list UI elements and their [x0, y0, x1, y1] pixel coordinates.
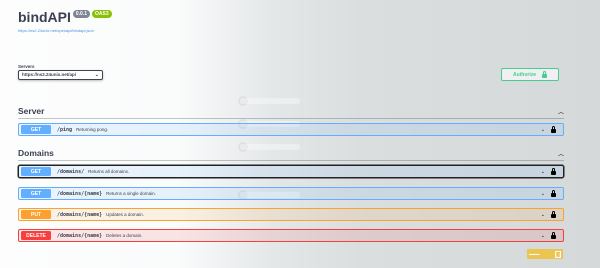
section-title: Domains — [18, 148, 54, 158]
lock-icon[interactable] — [551, 231, 556, 239]
server-select[interactable]: https://ns2.24unix.net/api ⌄ — [18, 70, 103, 80]
operation-get-domains[interactable]: GET /domains/ Returns all domains. ⌄ — [18, 165, 564, 178]
swagger-panel: bindAPI 0.0.1 OAS3 https://ns2.24unix.ne… — [0, 0, 600, 268]
operation-controls: ⌄ — [541, 189, 556, 197]
servers-label: Servers — [18, 64, 35, 69]
lock-icon[interactable] — [551, 210, 556, 218]
section-title: Server — [18, 106, 45, 116]
operation-summary: Returns all domains. — [88, 169, 130, 174]
chevron-down-icon[interactable]: ⌄ — [541, 127, 545, 133]
bracket-icon: [ ] — [555, 250, 561, 258]
api-title: bindAPI — [18, 9, 71, 25]
section-domains[interactable]: Domains ︿ — [18, 146, 564, 161]
operation-summary: Updates a domain. — [106, 212, 144, 217]
operation-path: /domains/{name} — [57, 211, 103, 218]
chevron-up-icon[interactable]: ︿ — [558, 149, 564, 158]
server-select-value: https://ns2.24unix.net/api — [22, 72, 77, 77]
chevron-up-icon[interactable]: ︿ — [558, 107, 564, 116]
chevron-down-icon: ⌄ — [94, 72, 99, 78]
section-server[interactable]: Server ︿ — [18, 104, 564, 119]
operation-get-ping[interactable]: GET /ping Returning pong. ⌄ — [18, 123, 564, 136]
floating-action-button[interactable]: ▬▬▬ [ ] — [527, 249, 563, 259]
operation-summary: Deletes a domain. — [106, 233, 143, 238]
chevron-down-icon[interactable]: ⌄ — [541, 169, 545, 175]
lock-icon[interactable] — [551, 167, 556, 175]
operation-path: /domains/{name} — [57, 190, 103, 197]
lock-icon[interactable] — [551, 125, 556, 133]
operation-controls: ⌄ — [541, 167, 556, 175]
operation-controls: ⌄ — [541, 210, 556, 218]
lock-icon — [542, 70, 548, 78]
method-badge: DELETE — [21, 231, 51, 240]
spec-url-link[interactable]: https://ns2.24unix.net/openapi/bindapi.j… — [18, 28, 94, 33]
title-row: bindAPI 0.0.1 OAS3 — [18, 9, 112, 25]
authorize-label: Authorize — [512, 71, 537, 78]
operation-path: /ping — [57, 126, 73, 133]
operation-controls: ⌄ — [541, 125, 556, 133]
method-badge: PUT — [21, 210, 51, 219]
operation-delete-domain[interactable]: DELETE /domains/{name} Deletes a domain.… — [18, 229, 564, 242]
oas-badge: OAS3 — [92, 10, 112, 18]
operation-controls: ⌄ — [541, 231, 556, 239]
authorize-button[interactable]: Authorize — [501, 68, 559, 81]
operation-summary: Returning pong. — [76, 127, 109, 132]
operation-path: /domains/ — [57, 168, 85, 175]
lock-icon[interactable] — [551, 189, 556, 197]
chevron-down-icon[interactable]: ⌄ — [541, 191, 545, 197]
operation-path: /domains/{name} — [57, 232, 103, 239]
operation-put-domain[interactable]: PUT /domains/{name} Updates a domain. ⌄ — [18, 208, 564, 221]
method-badge: GET — [21, 189, 51, 198]
floating-button-text: ▬▬▬ — [529, 252, 540, 256]
chevron-down-icon[interactable]: ⌄ — [541, 233, 545, 239]
operation-summary: Returns a single domain. — [106, 191, 156, 196]
method-badge: GET — [21, 125, 51, 134]
version-badge: 0.0.1 — [72, 10, 91, 18]
method-badge: GET — [21, 167, 51, 176]
chevron-down-icon[interactable]: ⌄ — [541, 212, 545, 218]
operation-get-domain[interactable]: GET /domains/{name} Returns a single dom… — [18, 187, 564, 200]
